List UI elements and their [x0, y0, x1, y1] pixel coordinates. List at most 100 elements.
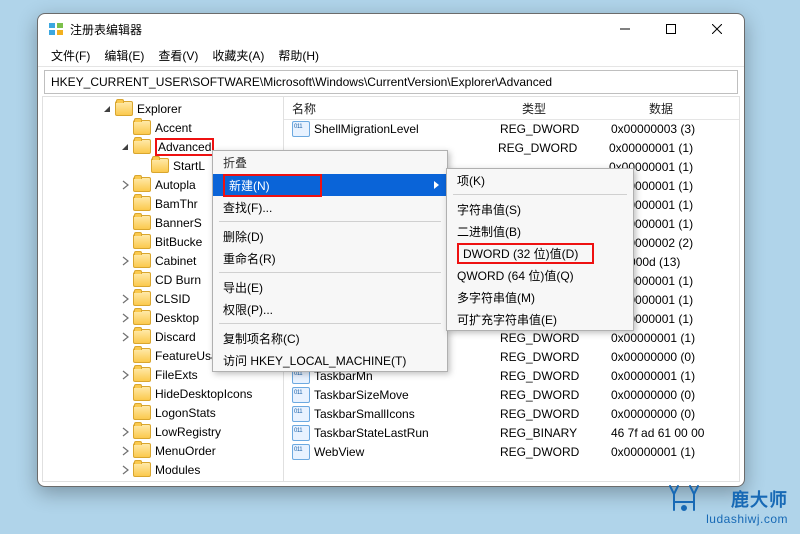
- menu-edit[interactable]: 编辑(E): [97, 47, 151, 64]
- menu-item[interactable]: 新建(N): [213, 174, 447, 196]
- chevron-down-icon[interactable]: [119, 141, 131, 153]
- menu-separator: [219, 221, 441, 222]
- value-name: TaskbarSizeMove: [314, 388, 500, 402]
- tree-label: LowRegistry: [155, 425, 221, 439]
- close-button[interactable]: [694, 14, 740, 44]
- window-controls: [602, 14, 740, 44]
- context-menu-primary[interactable]: 折叠新建(N)查找(F)...删除(D)重命名(R)导出(E)权限(P)...复…: [212, 150, 448, 372]
- tree-label: CLSID: [155, 292, 190, 306]
- chevron-right-icon[interactable]: [119, 274, 131, 286]
- list-row[interactable]: TaskbarSmallIconsREG_DWORD0x00000000 (0): [284, 404, 739, 423]
- chevron-right-icon[interactable]: [119, 255, 131, 267]
- tree-label: HideDesktopIcons: [155, 387, 252, 401]
- chevron-right-icon[interactable]: [137, 160, 149, 172]
- value-data: 0x00000001 (1): [609, 141, 693, 155]
- menu-item[interactable]: 项(K): [447, 169, 633, 191]
- tree-item[interactable]: Modules: [43, 460, 283, 479]
- chevron-right-icon[interactable]: [119, 236, 131, 248]
- titlebar[interactable]: 注册表编辑器: [38, 14, 744, 44]
- context-menu-new[interactable]: 项(K) 字符串值(S)二进制值(B) DWORD (32 位)值(D) QWORD …: [446, 168, 634, 331]
- menu-item[interactable]: 可扩充字符串值(E): [447, 308, 633, 330]
- menu-view[interactable]: 查看(V): [151, 47, 205, 64]
- maximize-button[interactable]: [648, 14, 694, 44]
- tree-label: CD Burn: [155, 273, 201, 287]
- chevron-right-icon[interactable]: [119, 445, 131, 457]
- chevron-right-icon[interactable]: [119, 464, 131, 476]
- tree-label: Discard: [155, 330, 196, 344]
- tree-label: FileExts: [155, 368, 198, 382]
- menu-separator: [219, 323, 441, 324]
- menu-item[interactable]: QWORD (64 位)值(Q): [447, 264, 633, 286]
- menu-item[interactable]: 多字符串值(M): [447, 286, 633, 308]
- tree-item[interactable]: MenuOrder: [43, 441, 283, 460]
- tree-label: BamThr: [155, 197, 198, 211]
- address-bar-container: HKEY_CURRENT_USER\SOFTWARE\Microsoft\Win…: [38, 67, 744, 97]
- col-name[interactable]: 名称: [284, 100, 514, 117]
- folder-icon: [133, 291, 151, 306]
- address-bar[interactable]: HKEY_CURRENT_USER\SOFTWARE\Microsoft\Win…: [44, 70, 738, 94]
- app-icon: [48, 21, 64, 37]
- list-row[interactable]: ShellMigrationLevelREG_DWORD0x00000003 (…: [284, 119, 739, 138]
- menu-item-label: DWORD (32 位)值(D): [463, 247, 578, 261]
- chevron-right-icon[interactable]: [119, 198, 131, 210]
- menu-item-label: 权限(P)...: [223, 301, 273, 318]
- tree-item[interactable]: LowRegistry: [43, 422, 283, 441]
- value-data: 0x00000003 (3): [611, 122, 695, 136]
- menu-favorites[interactable]: 收藏夹(A): [205, 47, 271, 64]
- tree-label: BitBucke: [155, 235, 202, 249]
- menu-item[interactable]: 权限(P)...: [213, 298, 447, 320]
- minimize-button[interactable]: [602, 14, 648, 44]
- col-type[interactable]: 类型: [514, 100, 641, 117]
- tree-item[interactable]: HideDesktopIcons: [43, 384, 283, 403]
- chevron-right-icon[interactable]: [119, 407, 131, 419]
- menu-item[interactable]: 二进制值(B): [447, 220, 633, 242]
- list-row[interactable]: TaskbarSizeMoveREG_DWORD0x00000000 (0): [284, 385, 739, 404]
- tree-item[interactable]: Accent: [43, 118, 283, 137]
- chevron-right-icon[interactable]: [119, 426, 131, 438]
- chevron-right-icon[interactable]: [119, 217, 131, 229]
- chevron-right-icon[interactable]: [119, 388, 131, 400]
- value-name: WebView: [314, 445, 500, 459]
- menu-item-label: 重命名(R): [223, 250, 276, 267]
- menu-item[interactable]: 字符串值(S): [447, 198, 633, 220]
- chevron-right-icon[interactable]: [119, 350, 131, 362]
- folder-icon: [133, 310, 151, 325]
- dword-icon: [292, 406, 310, 422]
- menu-item[interactable]: 重命名(R): [213, 247, 447, 269]
- menu-item[interactable]: 复制项名称(C): [213, 327, 447, 349]
- menu-item-label: 项(K): [457, 172, 485, 189]
- value-type: REG_DWORD: [500, 350, 611, 364]
- watermark: 鹿大师 ludashiwj.com: [706, 486, 788, 526]
- value-data: 0x00000001 (1): [611, 369, 695, 383]
- col-data[interactable]: 数据: [641, 100, 739, 117]
- list-row[interactable]: WebViewREG_DWORD0x00000001 (1): [284, 442, 739, 461]
- menu-help[interactable]: 帮助(H): [271, 47, 326, 64]
- dword-icon: [292, 121, 310, 137]
- menu-item[interactable]: 删除(D): [213, 225, 447, 247]
- list-row[interactable]: TaskbarStateLastRunREG_BINARY46 7f ad 61…: [284, 423, 739, 442]
- tree-item[interactable]: LogonStats: [43, 403, 283, 422]
- chevron-right-icon[interactable]: [119, 122, 131, 134]
- chevron-right-icon[interactable]: [119, 312, 131, 324]
- folder-icon: [133, 272, 151, 287]
- menu-item-label: 访问 HKEY_LOCAL_MACHINE(T): [223, 352, 406, 369]
- value-name: TaskbarStateLastRun: [314, 426, 500, 440]
- folder-icon: [133, 367, 151, 382]
- chevron-right-icon[interactable]: [119, 331, 131, 343]
- address-text: HKEY_CURRENT_USER\SOFTWARE\Microsoft\Win…: [51, 75, 552, 89]
- menu-file[interactable]: 文件(F): [44, 47, 97, 64]
- folder-icon: [115, 101, 133, 116]
- chevron-right-icon[interactable]: [119, 369, 131, 381]
- menu-item[interactable]: 导出(E): [213, 276, 447, 298]
- chevron-right-icon[interactable]: [119, 293, 131, 305]
- menu-item[interactable]: 访问 HKEY_LOCAL_MACHINE(T): [213, 349, 447, 371]
- value-data: 0x00000001 (1): [611, 331, 695, 345]
- value-name: ShellMigrationLevel: [314, 122, 500, 136]
- tree-item[interactable]: Explorer: [43, 99, 283, 118]
- chevron-down-icon[interactable]: [101, 103, 113, 115]
- folder-icon: [151, 158, 169, 173]
- menu-item-label: 新建(N): [229, 179, 270, 193]
- menu-item[interactable]: DWORD (32 位)值(D): [447, 242, 633, 264]
- menu-item[interactable]: 查找(F)...: [213, 196, 447, 218]
- chevron-right-icon[interactable]: [119, 179, 131, 191]
